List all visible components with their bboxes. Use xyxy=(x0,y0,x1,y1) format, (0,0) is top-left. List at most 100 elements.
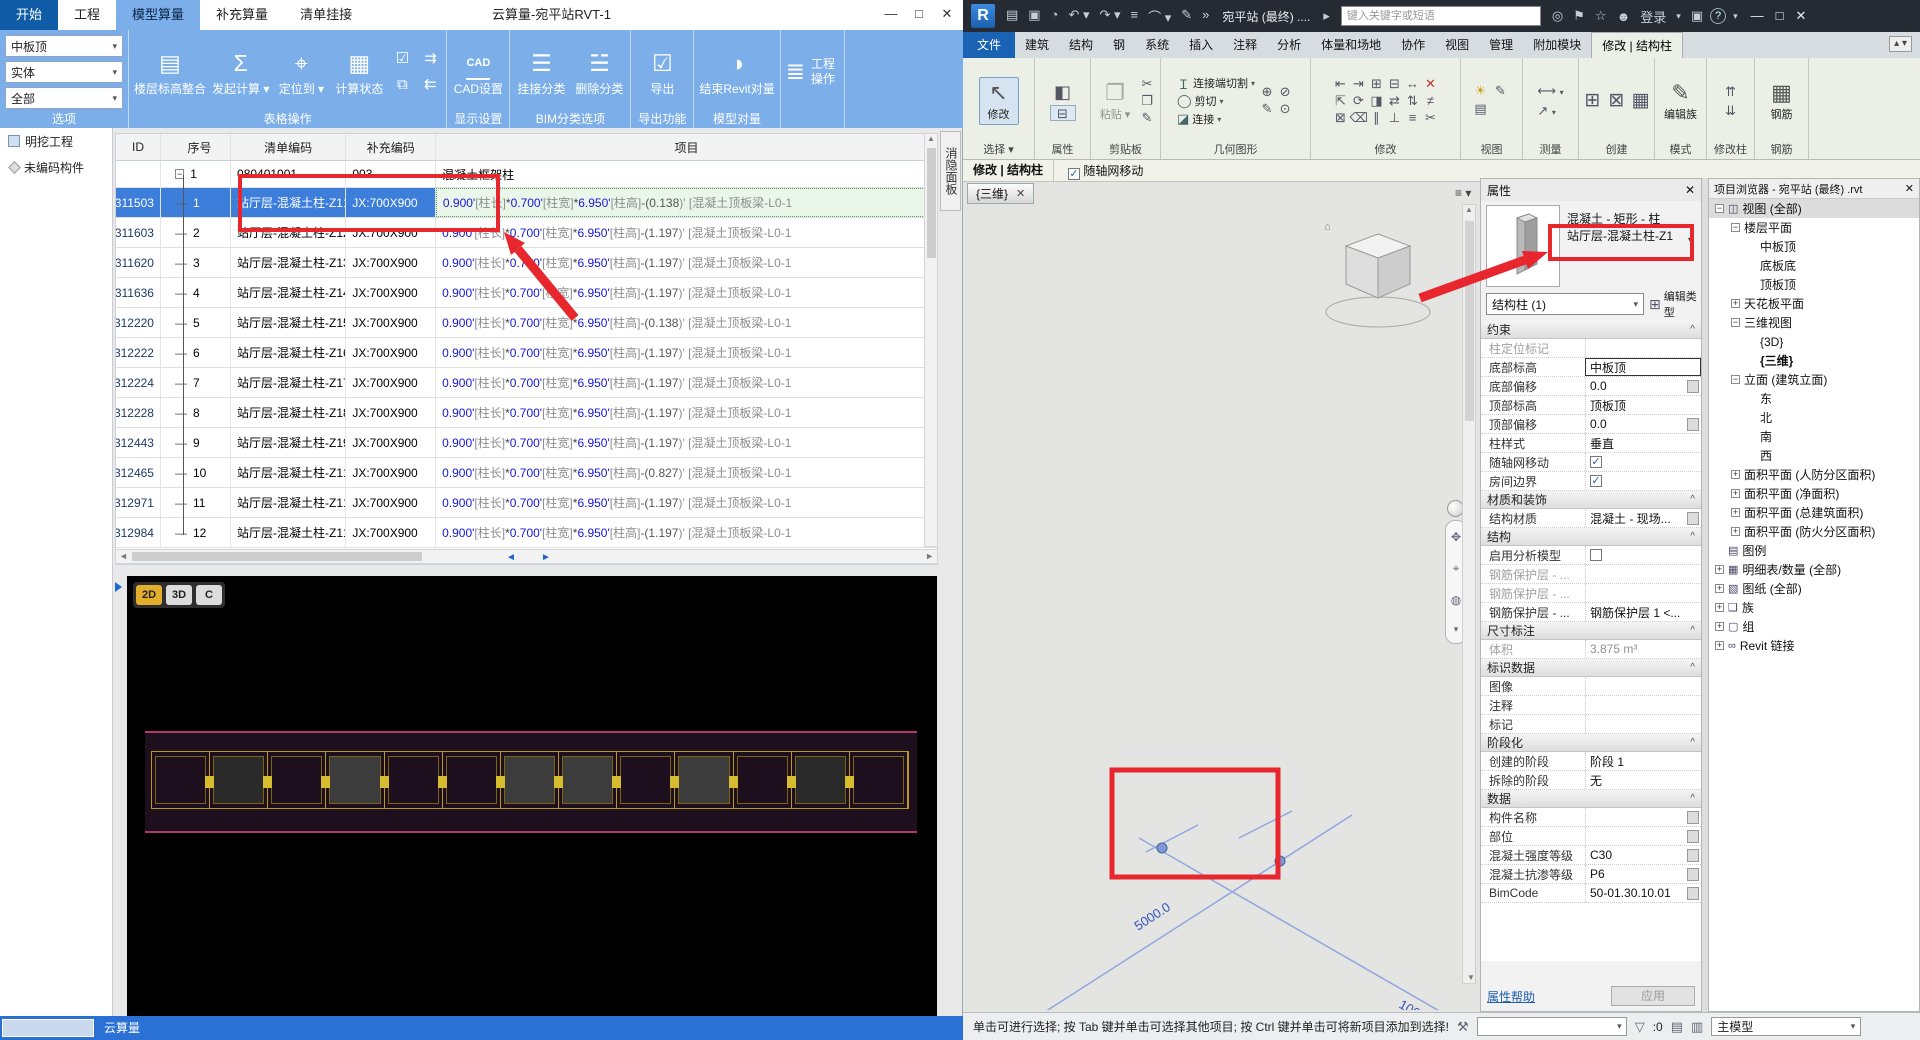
view-tool-icon[interactable]: ☀ xyxy=(1472,83,1490,99)
revit-tab-11[interactable]: 视图 xyxy=(1435,32,1479,58)
table-row[interactable]: 311603—2站厅层-混凝土柱-Z12JX:700X9000.900' [柱长… xyxy=(116,218,937,248)
modify-tool-icon-6[interactable]: ✕ xyxy=(1422,76,1440,92)
tree-item[interactable]: + ▧ 图纸 (全部) xyxy=(1709,579,1919,598)
property-row[interactable]: 体积 3.875 m³ xyxy=(1481,640,1701,659)
property-row[interactable]: 注释 xyxy=(1481,696,1701,715)
tree-item[interactable]: + ▦ 明细表/数量 (全部) xyxy=(1709,560,1919,579)
modify-tool-icon-9[interactable]: ◨ xyxy=(1368,93,1386,109)
revit-tab-13[interactable]: 附加模块 xyxy=(1523,32,1591,58)
left-tab-5[interactable]: 清单挂接 xyxy=(284,0,368,30)
tree-expander-icon[interactable]: − xyxy=(1731,375,1740,384)
property-row[interactable]: 钢筋保护层 - ... xyxy=(1481,565,1701,584)
tree-expander-icon[interactable]: + xyxy=(1731,299,1740,308)
property-row[interactable]: 钢筋保护层 - ... xyxy=(1481,584,1701,603)
create-tool-icon[interactable]: ⊞ xyxy=(1582,88,1603,114)
pennant-icon[interactable]: ⚑ xyxy=(1568,8,1590,24)
view-button-3d[interactable]: 3D xyxy=(166,585,192,605)
revit-tab-12[interactable]: 管理 xyxy=(1479,32,1523,58)
property-browse-button[interactable] xyxy=(1687,379,1699,393)
tree-item[interactable]: + ▢ 组 xyxy=(1709,617,1919,636)
property-section[interactable]: 材质和装饰 ^ xyxy=(1481,491,1701,509)
tree-expander-icon[interactable]: − xyxy=(1731,318,1740,327)
ribbon-button[interactable]: ▤ 楼层标高整合 xyxy=(134,48,206,97)
tree-item[interactable]: + ❑ 族 xyxy=(1709,598,1919,617)
minimize-icon[interactable]: — xyxy=(1751,8,1764,24)
cart-icon[interactable]: ▣ xyxy=(1686,8,1708,24)
small-tool-icon[interactable]: ⇇ xyxy=(419,74,441,96)
tree-expander-icon[interactable]: + xyxy=(1715,584,1724,593)
properties-close-icon[interactable]: ✕ xyxy=(1685,183,1695,197)
left-tab-1[interactable]: 开始 xyxy=(0,0,59,30)
geometry-item-2[interactable]: ◯ 剪切 ▾ xyxy=(1177,92,1255,110)
workset-dropdown[interactable]: ▾ xyxy=(1476,1017,1627,1036)
measure-icon[interactable]: ⌒ ▾ xyxy=(1143,7,1176,26)
property-row[interactable]: 启用分析模型 xyxy=(1481,546,1701,565)
geometry-icon[interactable]: ⊕ xyxy=(1258,84,1276,100)
sync-icon[interactable]: ◔ xyxy=(1046,7,1064,26)
ribbon-button[interactable]: Σ 发起计算 ▾ xyxy=(212,48,269,97)
view-tool-icon[interactable]: ✎ xyxy=(1492,83,1510,99)
property-browse-button[interactable] xyxy=(1687,886,1699,900)
ribbon-button[interactable]: ≣ 工程操作 xyxy=(786,56,839,88)
filter-icon[interactable]: ▽ xyxy=(1635,1019,1645,1035)
design-option-dropdown[interactable]: 主模型 ▾ xyxy=(1711,1017,1862,1036)
category-selector[interactable]: 结构柱 (1) ▾ xyxy=(1486,293,1644,315)
modify-tool-icon-8[interactable]: ⟳ xyxy=(1350,93,1368,109)
tree-item[interactable]: + 面积平面 (总建筑面积) xyxy=(1709,503,1919,522)
paste-button[interactable]: ❐ 粘贴 ▾ xyxy=(1095,78,1135,124)
property-row[interactable]: 创建的阶段 阶段 1 xyxy=(1481,752,1701,771)
column-header[interactable]: 项目 xyxy=(436,134,937,160)
property-browse-button[interactable] xyxy=(1687,829,1699,843)
property-row[interactable]: 柱定位标记 xyxy=(1481,339,1701,358)
modify-tool-icon-11[interactable]: ⇅ xyxy=(1404,93,1422,109)
geometry-icon[interactable]: ⊙ xyxy=(1276,101,1294,117)
table-row[interactable]: 312220—5站厅层-混凝土柱-Z15JX:700X9000.900' [柱长… xyxy=(116,308,937,338)
tree-expander-icon[interactable]: + xyxy=(1715,622,1724,631)
modify-tool-icon-12[interactable]: ≠ xyxy=(1422,93,1440,109)
property-browse-button[interactable] xyxy=(1687,810,1699,824)
search-input[interactable]: 键入关键字或短语 xyxy=(1340,6,1541,26)
tree-expander-icon[interactable]: + xyxy=(1731,508,1740,517)
model-viewport[interactable]: 5000.0 10600.0 ⌂ ✥⌖◍▾ 1 : 100 ▦◱☀◑◉⊡▧◫⊞▩… xyxy=(963,204,1478,1010)
geometry-item-1[interactable]: Ｉ 连接端切割 ▾ xyxy=(1177,74,1255,92)
type-selector-caret-icon[interactable]: ▼ xyxy=(1686,235,1695,245)
apply-button[interactable]: 应用 xyxy=(1611,986,1695,1006)
property-row[interactable]: 底部偏移 0.0 xyxy=(1481,377,1701,396)
property-browse-button[interactable] xyxy=(1687,848,1699,862)
undo-icon[interactable]: ↶ ▾ xyxy=(1063,7,1094,26)
select-toggle-icon[interactable]: ▤ xyxy=(1671,1019,1683,1035)
left-tab-3[interactable]: 模型算量 xyxy=(116,0,201,30)
properties-icon[interactable]: ◧ xyxy=(1050,81,1076,103)
grid-move-checkbox[interactable]: ✓ xyxy=(1068,167,1081,180)
left-tab-4[interactable]: 补充算量 xyxy=(200,0,284,30)
column-header[interactable]: 清单编码 xyxy=(231,134,347,160)
tree-item[interactable]: +北 xyxy=(1709,408,1919,427)
tree-item[interactable]: +西 xyxy=(1709,446,1919,465)
tree-item[interactable]: + 面积平面 (净面积) xyxy=(1709,484,1919,503)
geometry-icon[interactable]: ⊘ xyxy=(1276,84,1294,100)
measure-tool-icon[interactable]: ⟷ ▾ xyxy=(1537,83,1563,99)
view-button-2d[interactable]: 2D xyxy=(136,585,162,605)
edit-family-button[interactable]: ✎ 编辑族 xyxy=(1660,78,1701,124)
ribbon-button[interactable]: CAD CAD设置 xyxy=(452,48,504,97)
tree-expander-icon[interactable]: − xyxy=(1715,204,1724,213)
revit-tab-9[interactable]: 体量和场地 xyxy=(1311,32,1391,58)
view-tab-close-icon[interactable]: ✕ xyxy=(1016,187,1025,200)
open-icon[interactable]: ▤ xyxy=(1001,7,1023,26)
small-tool-icon[interactable]: ⇉ xyxy=(419,48,441,70)
clipboard-icon-3[interactable]: ✎ xyxy=(1138,110,1156,126)
clipboard-icon-2[interactable]: ❐ xyxy=(1138,93,1156,109)
revit-tab-8[interactable]: 分析 xyxy=(1267,32,1311,58)
redo-icon[interactable]: ↷ ▾ xyxy=(1094,7,1125,26)
property-section[interactable]: 阶段化 ^ xyxy=(1481,734,1701,752)
tree-item[interactable]: − 三维视图 xyxy=(1709,313,1919,332)
help-caret-icon[interactable]: ▾ xyxy=(1728,11,1743,22)
revit-tab-10[interactable]: 协作 xyxy=(1391,32,1435,58)
table-group-row[interactable]: −1 080401001 003 混凝土框架柱 xyxy=(116,161,937,188)
sidebar-item-2[interactable]: 未编码构件 xyxy=(0,154,112,180)
modify-tool-icon-18[interactable]: ✂ xyxy=(1422,110,1440,126)
table-row[interactable]: 312228—8站厅层-混凝土柱-Z18JX:700X9000.900' [柱长… xyxy=(116,398,937,428)
modify-tool-icon-16[interactable]: ⊥ xyxy=(1386,110,1404,126)
ribbon-button[interactable]: ☰ 挂接分类 xyxy=(515,48,567,97)
title-expand-icon[interactable]: ▸ xyxy=(1318,8,1335,24)
